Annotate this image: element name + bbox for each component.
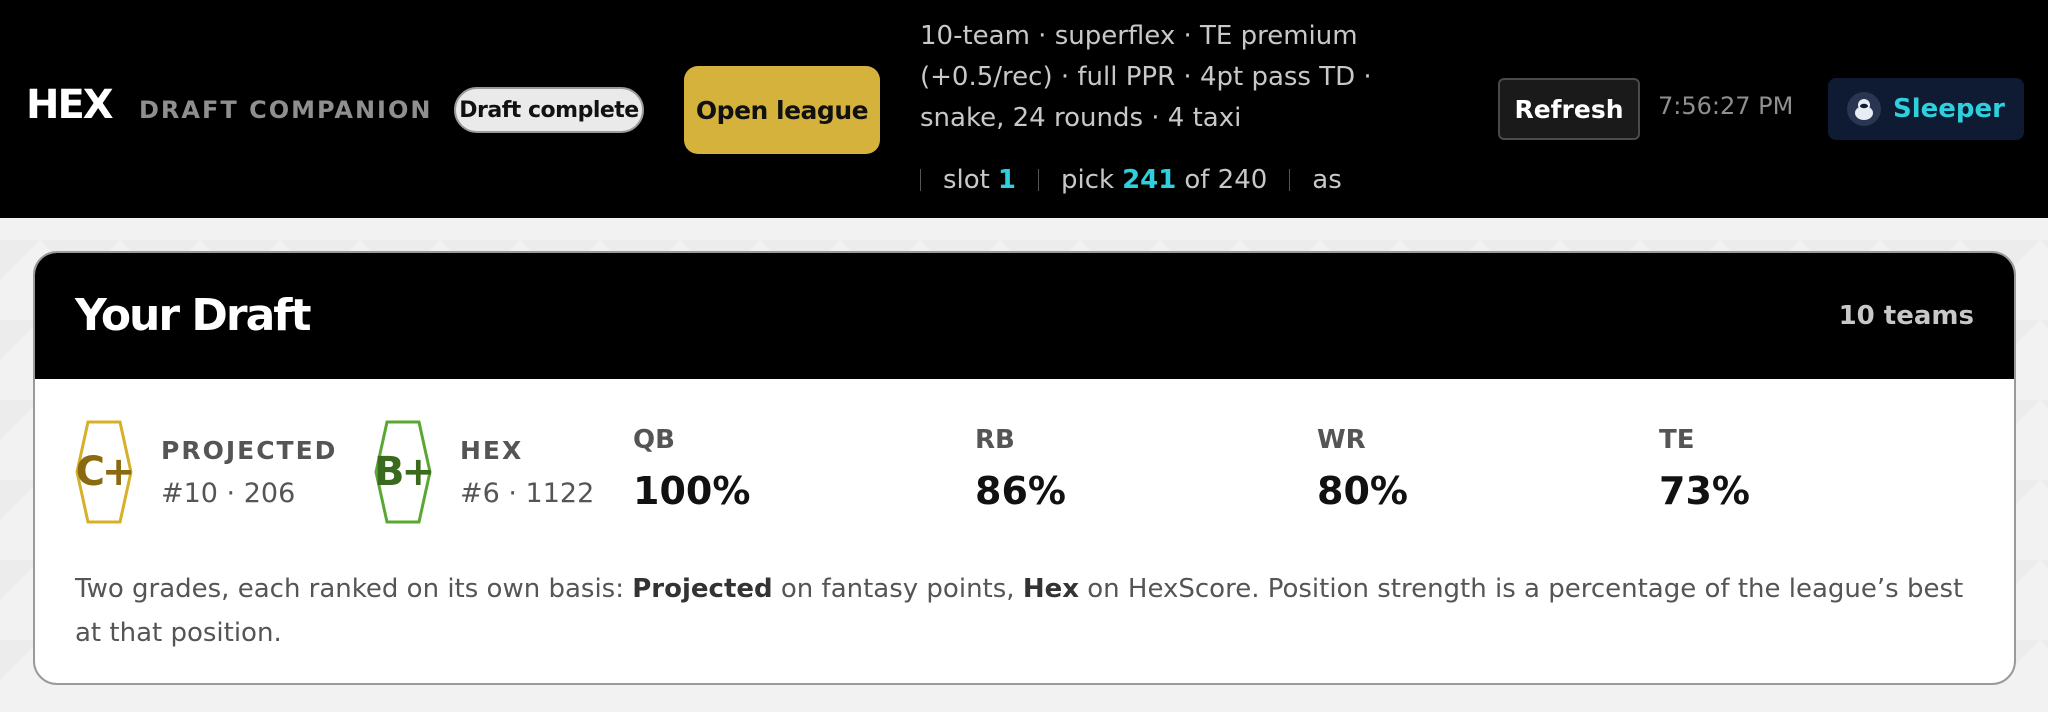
draft-meta: slot 1 pick 241 of 240 as	[920, 162, 1342, 198]
sleeper-icon	[1847, 92, 1881, 126]
position-strength: 86%	[975, 469, 1066, 513]
team-count: 10 teams	[1838, 301, 1974, 331]
position-label: QB	[633, 425, 675, 455]
hex-rank: #6 · 1122	[460, 478, 595, 509]
sleeper-label: Sleeper	[1893, 94, 2005, 124]
divider	[920, 169, 921, 191]
last-updated-time: 7:56:27 PM	[1658, 92, 1794, 120]
pick-value: 241	[1122, 165, 1177, 195]
projected-grade-letter: C+	[75, 449, 136, 495]
top-bar: HEX DRAFT COMPANION Draft complete Open …	[0, 0, 2048, 218]
hex-grade-letter: B+	[374, 449, 435, 495]
hex-label: HEX	[460, 436, 524, 465]
position-label: RB	[975, 425, 1015, 455]
slot-value: 1	[997, 165, 1016, 195]
pick-total: of 240	[1184, 165, 1268, 195]
app-subtitle: DRAFT COMPANION	[139, 96, 433, 124]
explain-hex: Hex	[1022, 574, 1079, 604]
refresh-button[interactable]: Refresh	[1498, 78, 1640, 140]
explain-text: Two grades, each ranked on its own basis…	[75, 574, 633, 604]
position-qb: QB 100%	[633, 425, 750, 513]
draft-status-badge: Draft complete	[454, 87, 644, 133]
grade-explanation: Two grades, each ranked on its own basis…	[75, 567, 1975, 655]
explain-projected: Projected	[632, 574, 773, 604]
position-strength: 80%	[1317, 469, 1408, 513]
your-draft-card: Your Draft 10 teams C+ PROJECTED #10 · 2…	[33, 251, 2016, 685]
projected-rank: #10 · 206	[161, 478, 296, 509]
as-label: as	[1312, 165, 1342, 195]
hex-logo: HEX	[26, 82, 114, 128]
sleeper-button[interactable]: Sleeper	[1828, 78, 2024, 140]
slot-label: slot	[943, 165, 990, 195]
card-title: Your Draft	[75, 290, 311, 341]
position-te: TE 73%	[1659, 425, 1750, 513]
league-settings: 10-team · superflex · TE premium (+0.5/r…	[920, 21, 1372, 133]
position-wr: WR 80%	[1317, 425, 1408, 513]
position-strength: 100%	[633, 469, 751, 513]
position-label: TE	[1659, 425, 1695, 455]
pick-label: pick	[1060, 165, 1115, 195]
open-league-button[interactable]: Open league	[684, 66, 880, 154]
divider	[1037, 169, 1039, 191]
position-rb: RB 86%	[975, 425, 1066, 513]
projected-label: PROJECTED	[161, 436, 338, 465]
card-header: Your Draft 10 teams	[35, 253, 2014, 379]
explain-text: on fantasy points,	[772, 574, 1023, 604]
position-strength: 73%	[1659, 469, 1750, 513]
position-label: WR	[1317, 425, 1366, 455]
divider	[1289, 169, 1291, 191]
